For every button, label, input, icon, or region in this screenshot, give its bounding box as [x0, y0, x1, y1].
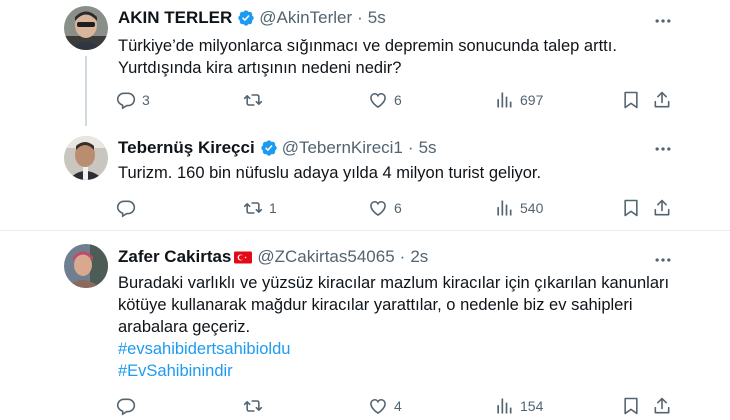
analytics-icon	[497, 398, 512, 414]
reply-count: 3	[142, 92, 150, 108]
tweet-text-content: Türkiye’de milyonlarca sığınmacı ve depr…	[118, 37, 617, 77]
hashtag-link[interactable]: #EvSahibinindir	[118, 360, 678, 382]
tweet-header: AKIN TERLER @AkinTerler · 5s	[118, 8, 386, 28]
share-button[interactable]	[652, 396, 672, 416]
timestamp[interactable]: 2s	[410, 247, 428, 267]
tweet-text: Turizm. 160 bin nüfuslu adaya yılda 4 mi…	[118, 162, 678, 184]
views-button[interactable]: 540	[494, 198, 543, 218]
like-count: 6	[394, 200, 402, 216]
heart-icon	[370, 200, 386, 217]
more-options-button[interactable]	[651, 248, 675, 272]
more-icon	[655, 258, 671, 262]
tweet-akin-terler[interactable]: AKIN TERLER @AkinTerler · 5s Türkiye’de …	[0, 0, 730, 126]
avatar[interactable]	[64, 136, 108, 180]
tweet-text: Buradaki varlıklı ve yüzsüz kiracılar ma…	[118, 272, 678, 382]
share-button[interactable]	[652, 90, 672, 110]
heart-icon	[370, 398, 386, 415]
tweet-header: Tebernüş Kireçci @TebernKireci1 · 5s	[118, 138, 437, 158]
bookmark-icon	[624, 199, 638, 217]
reply-button[interactable]	[116, 396, 142, 416]
share-icon	[654, 199, 670, 216]
author-handle[interactable]: @AkinTerler	[259, 8, 352, 28]
timestamp[interactable]: 5s	[419, 138, 437, 158]
tweet-text-content: Turizm. 160 bin nüfuslu adaya yılda 4 mi…	[118, 164, 542, 182]
author-handle[interactable]: @TebernKireci1	[282, 138, 403, 158]
separator-dot: ·	[407, 138, 414, 157]
retweet-button[interactable]: 1	[243, 198, 277, 218]
verified-badge-icon	[261, 140, 277, 156]
share-icon	[654, 397, 670, 414]
separator-dot: ·	[357, 8, 363, 27]
views-button[interactable]: 154	[494, 396, 543, 416]
author-name[interactable]: Zafer Cakirtas	[118, 247, 231, 267]
view-count: 540	[520, 200, 544, 216]
reply-button[interactable]	[116, 198, 142, 218]
retweet-button[interactable]	[243, 90, 269, 110]
hashtag-link[interactable]: #evsahibidertsahibioldu	[118, 338, 678, 360]
share-icon	[654, 91, 670, 108]
author-handle[interactable]: @ZCakirtas54065	[257, 247, 394, 267]
views-button[interactable]: 697	[494, 90, 543, 110]
avatar[interactable]	[64, 244, 108, 288]
more-icon	[655, 147, 671, 151]
turkey-flag-icon	[234, 251, 253, 263]
like-count: 6	[394, 92, 402, 108]
retweet-count: 1	[269, 200, 277, 216]
avatar[interactable]	[64, 6, 108, 50]
like-button[interactable]: 6	[368, 90, 402, 110]
timestamp[interactable]: 5s	[368, 8, 386, 28]
tweet-header: Zafer Cakirtas @ZCakirtas54065 · 2s	[118, 247, 428, 267]
reply-icon	[116, 398, 136, 416]
retweet-icon	[243, 400, 263, 412]
view-count: 697	[520, 92, 544, 108]
reply-icon	[116, 200, 136, 218]
heart-icon	[370, 92, 386, 109]
retweet-button[interactable]	[243, 396, 269, 416]
bookmark-button[interactable]	[621, 396, 641, 416]
retweet-icon	[243, 202, 263, 214]
analytics-icon	[497, 200, 512, 216]
retweet-icon	[243, 94, 263, 106]
more-icon	[655, 19, 671, 23]
like-count: 4	[394, 398, 402, 414]
author-name[interactable]: Tebernüş Kireçci	[118, 138, 255, 158]
separator-dot: ·	[399, 247, 406, 266]
tweet-text-content: Buradaki varlıklı ve yüzsüz kiracılar ma…	[118, 274, 670, 336]
tweet-text: Türkiye’de milyonlarca sığınmacı ve depr…	[118, 35, 678, 79]
like-button[interactable]: 4	[368, 396, 402, 416]
tweet-zafer-cakirtas[interactable]: Zafer Cakirtas @ZCakirtas54065 · 2s Bura…	[0, 231, 730, 420]
bookmark-icon	[624, 397, 638, 415]
verified-badge-icon	[238, 10, 254, 26]
more-options-button[interactable]	[651, 137, 675, 161]
author-name[interactable]: AKIN TERLER	[118, 8, 232, 28]
share-button[interactable]	[652, 198, 672, 218]
reply-icon	[116, 92, 136, 110]
bookmark-icon	[624, 91, 638, 109]
like-button[interactable]: 6	[368, 198, 402, 218]
bookmark-button[interactable]	[621, 90, 641, 110]
reply-button[interactable]: 3	[116, 90, 150, 110]
analytics-icon	[497, 92, 512, 108]
view-count: 154	[520, 398, 544, 414]
bookmark-button[interactable]	[621, 198, 641, 218]
thread-line	[85, 56, 87, 126]
tweet-tebernus-kirecci[interactable]: Tebernüş Kireçci @TebernKireci1 · 5s Tur…	[0, 125, 730, 230]
more-options-button[interactable]	[651, 9, 675, 33]
